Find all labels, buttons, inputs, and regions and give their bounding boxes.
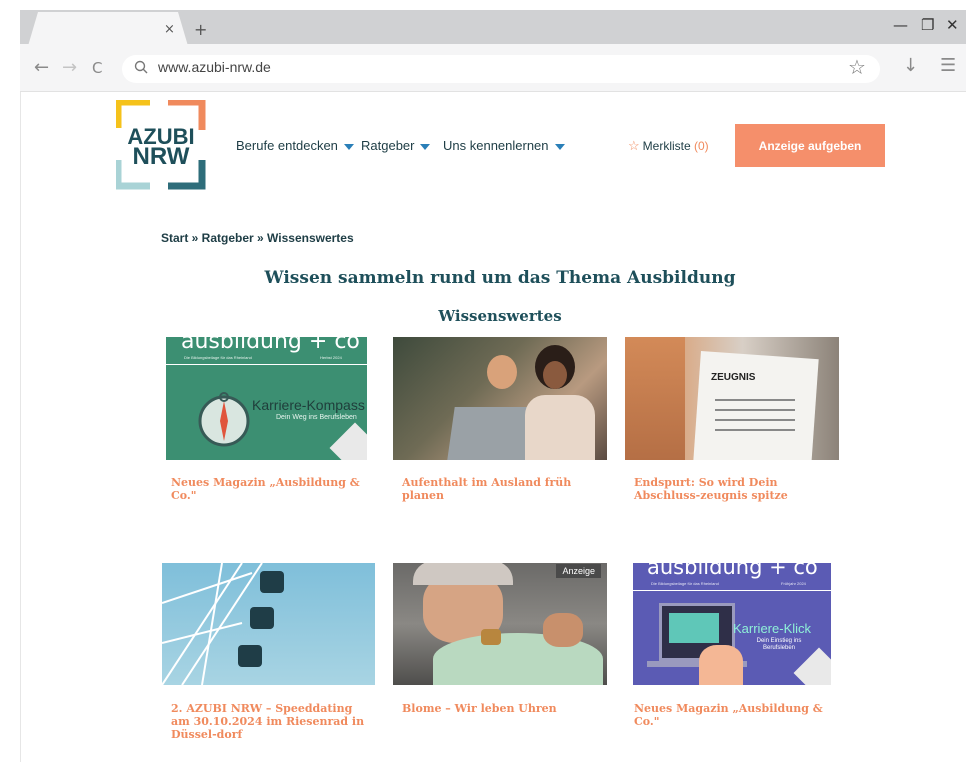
- close-window-icon[interactable]: ✕: [946, 16, 959, 34]
- new-tab-icon[interactable]: +: [194, 20, 207, 39]
- back-icon[interactable]: ←: [34, 57, 49, 78]
- merkliste-link[interactable]: ☆ Merkliste (0): [628, 138, 709, 154]
- merkliste-count: (0): [694, 139, 709, 153]
- nav-berufe-entdecken[interactable]: Berufe entdecken: [236, 138, 354, 153]
- chevron-down-icon: [554, 143, 565, 150]
- chevron-down-icon: [420, 143, 431, 150]
- merkliste-label: Merkliste: [642, 139, 691, 153]
- anzeige-badge: Anzeige: [556, 564, 601, 578]
- window-border: [20, 92, 21, 762]
- magazine-brand: ausbildung + co: [181, 337, 360, 354]
- forward-icon[interactable]: →: [62, 57, 77, 78]
- magazine-subline: Dein Einstieg ins Berufsleben: [756, 638, 802, 651]
- card-image-photo[interactable]: [393, 337, 607, 460]
- card-image-photo[interactable]: [162, 563, 375, 685]
- card-title[interactable]: Endspurt: So wird Dein Abschluss-zeugnis…: [634, 476, 829, 502]
- reload-icon[interactable]: C: [92, 59, 102, 77]
- section-title: Wissenswertes: [438, 307, 562, 325]
- anzeige-aufgeben-button[interactable]: Anzeige aufgeben: [735, 124, 885, 167]
- ferris-wheel-icon: [162, 563, 284, 685]
- tab-close-icon[interactable]: ×: [164, 22, 175, 37]
- magazine-subline: Dein Weg ins Berufsleben: [276, 414, 357, 421]
- magazine-season: Frühjahr 2024: [781, 581, 806, 586]
- url-text[interactable]: www.azubi-nrw.de: [158, 59, 271, 75]
- breadcrumb[interactable]: Start » Ratgeber » Wissenswertes: [161, 231, 354, 245]
- compass-icon: [198, 392, 250, 447]
- magazine-season: Herbst 2024: [320, 355, 342, 360]
- download-icon[interactable]: ↓: [903, 55, 918, 76]
- nav-ratgeber[interactable]: Ratgeber: [361, 138, 431, 153]
- card-title[interactable]: Neues Magazin „Ausbildung & Co.": [634, 702, 834, 728]
- page-title: Wissen sammeln rund um das Thema Ausbild…: [264, 268, 736, 288]
- card-title[interactable]: Aufenthalt im Ausland früh planen: [402, 476, 602, 502]
- menu-icon[interactable]: ☰: [940, 55, 956, 76]
- magazine-headline: Karriere-Kompass: [252, 397, 365, 413]
- cta-label: Anzeige aufgeben: [758, 138, 862, 153]
- minimize-icon[interactable]: —: [893, 16, 908, 34]
- magazine-brand: ausbildung + co: [647, 563, 818, 579]
- card-image-photo[interactable]: ZEUGNIS: [625, 337, 839, 460]
- search-icon: [134, 60, 148, 74]
- magazine-headline: Karriere-Klick: [733, 621, 812, 636]
- card-image-photo[interactable]: Anzeige: [393, 563, 607, 685]
- zeugnis-label: ZEUGNIS: [711, 372, 756, 383]
- chevron-down-icon: [343, 143, 354, 150]
- card-title[interactable]: Blome – Wir leben Uhren: [402, 702, 602, 715]
- site-logo[interactable]: AZUBI NRW: [116, 100, 206, 190]
- magazine-tagline: Die Bildungsbeilage für das Rheinland: [651, 581, 719, 586]
- nav-label: Ratgeber: [361, 138, 415, 153]
- nav-uns-kennenlernen[interactable]: Uns kennenlernen: [443, 138, 565, 153]
- magazine-tagline: Die Bildungsbeilage für das Rheinland: [184, 355, 252, 360]
- bookmark-star-icon[interactable]: ☆: [848, 55, 866, 79]
- card-image-magazine[interactable]: ausbildung + co Die Bildungsbeilage für …: [166, 337, 367, 460]
- restore-icon[interactable]: ❐: [921, 16, 934, 34]
- card-title[interactable]: 2. AZUBI NRW – Speeddating am 30.10.2024…: [171, 702, 366, 741]
- nav-label: Uns kennenlernen: [443, 138, 549, 153]
- card-image-magazine[interactable]: ausbildung + co Die Bildungsbeilage für …: [633, 563, 831, 685]
- star-icon: ☆: [628, 138, 640, 153]
- logo-text-line2: NRW: [132, 143, 190, 170]
- card-title[interactable]: Neues Magazin „Ausbildung & Co.": [171, 476, 371, 502]
- nav-label: Berufe entdecken: [236, 138, 338, 153]
